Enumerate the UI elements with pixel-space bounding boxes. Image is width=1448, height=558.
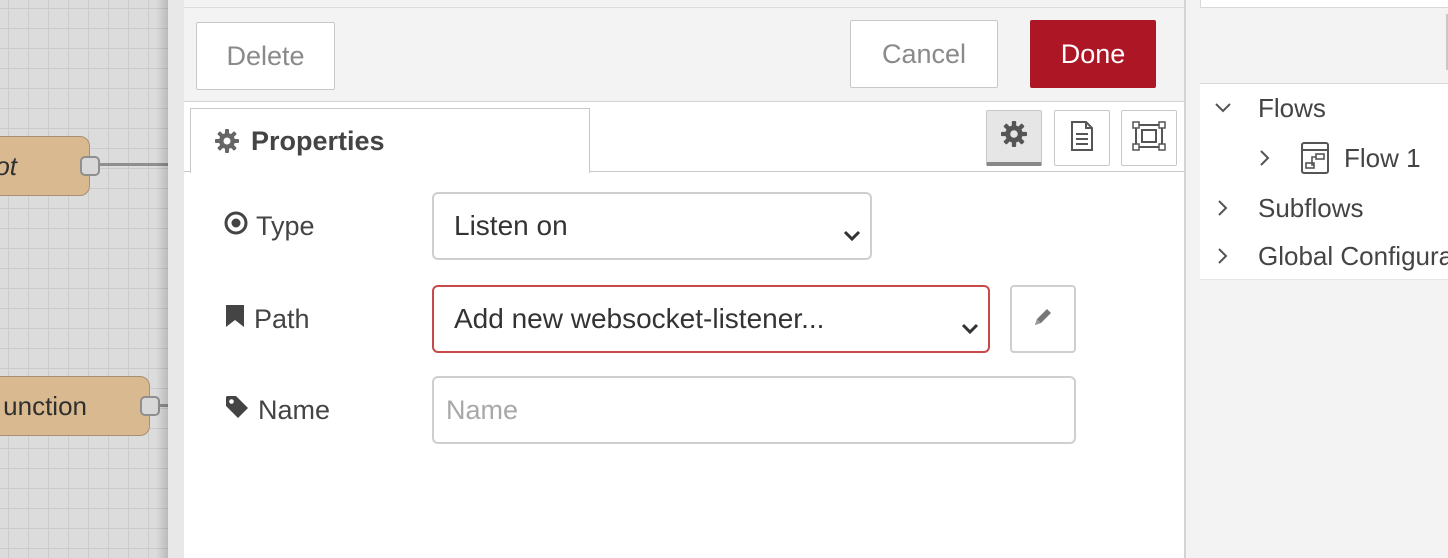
- sidebar: Flows Flow 1 Subflows Global Configurat: [1186, 0, 1448, 558]
- chevron-right-icon: [1252, 149, 1278, 167]
- chevron-down-icon: [1210, 102, 1236, 114]
- document-icon: [1069, 120, 1095, 156]
- dot-circle-icon: [224, 211, 256, 242]
- tag-icon: [224, 394, 258, 427]
- cancel-button[interactable]: Cancel: [850, 20, 998, 88]
- type-select[interactable]: Listen on: [432, 192, 872, 260]
- node-edit-tray: Delete Cancel Done Properties Type Liste…: [168, 0, 1186, 558]
- canvas-shadow: [156, 0, 168, 558]
- type-select-value: Listen on: [454, 210, 568, 241]
- pencil-icon: [1031, 305, 1055, 334]
- path-label-text: Path: [254, 303, 310, 334]
- tree-item-label: Subflows: [1258, 192, 1364, 223]
- type-label: Type: [224, 192, 315, 260]
- chevron-right-icon: [1210, 247, 1236, 265]
- flow-node-inject[interactable]: ot: [0, 136, 90, 196]
- form-row-name: Name: [184, 376, 1184, 444]
- edit-config-button[interactable]: [1010, 285, 1076, 353]
- gear-icon: [215, 129, 239, 153]
- tray-tabbar: Properties: [184, 102, 1184, 173]
- tree-item-label: Global Configurat: [1258, 240, 1448, 271]
- tray-header-strip: [184, 0, 1184, 8]
- name-input[interactable]: [432, 376, 1076, 444]
- delete-button[interactable]: Delete: [196, 22, 335, 90]
- tab-properties-label: Properties: [251, 125, 385, 156]
- tray-toolbar: Delete Cancel Done: [184, 8, 1184, 102]
- sidebar-header: [1200, 0, 1448, 84]
- path-label: Path: [224, 285, 310, 353]
- tree-item-subflows[interactable]: Subflows: [1210, 186, 1364, 230]
- name-label-text: Name: [258, 394, 331, 425]
- gear-icon: [1001, 121, 1027, 152]
- type-label-text: Type: [256, 210, 315, 241]
- chevron-right-icon: [1210, 199, 1236, 217]
- sidebar-empty-area: [1200, 280, 1448, 558]
- flow-tree: Flows Flow 1 Subflows Global Configurat: [1200, 84, 1448, 280]
- tree-item-flows[interactable]: Flows: [1210, 86, 1326, 130]
- done-button[interactable]: Done: [1030, 20, 1156, 88]
- bookmark-icon: [224, 303, 254, 336]
- node-output-port[interactable]: [80, 156, 100, 176]
- path-select-value: Add new websocket-listener...: [454, 303, 825, 334]
- tree-item-global-config[interactable]: Global Configurat: [1210, 234, 1448, 278]
- name-label: Name: [224, 376, 330, 444]
- tree-item-label: Flow 1: [1344, 142, 1421, 173]
- tab-node-settings[interactable]: [986, 110, 1042, 166]
- frame-icon: [1132, 120, 1166, 156]
- flow-node-function[interactable]: unction: [0, 376, 150, 436]
- tab-properties[interactable]: Properties: [190, 108, 590, 173]
- form-row-path: Path Add new websocket-listener...: [184, 285, 1184, 353]
- workspace-canvas[interactable]: ot unction: [0, 0, 168, 558]
- form-row-type: Type Listen on: [184, 192, 1184, 260]
- chevron-down-icon: [960, 311, 980, 343]
- flow-node-label: ot: [0, 151, 17, 181]
- tab-description[interactable]: [1054, 110, 1110, 166]
- flow-icon: [1300, 141, 1330, 175]
- sidebar-search-box: [1200, 0, 1448, 8]
- tab-appearance[interactable]: [1121, 110, 1177, 166]
- chevron-down-icon: [842, 218, 862, 250]
- tree-item-label: Flows: [1258, 92, 1326, 123]
- path-select[interactable]: Add new websocket-listener...: [432, 285, 990, 353]
- tree-item-flow-1[interactable]: Flow 1: [1252, 136, 1421, 180]
- flow-node-label: unction: [3, 391, 87, 421]
